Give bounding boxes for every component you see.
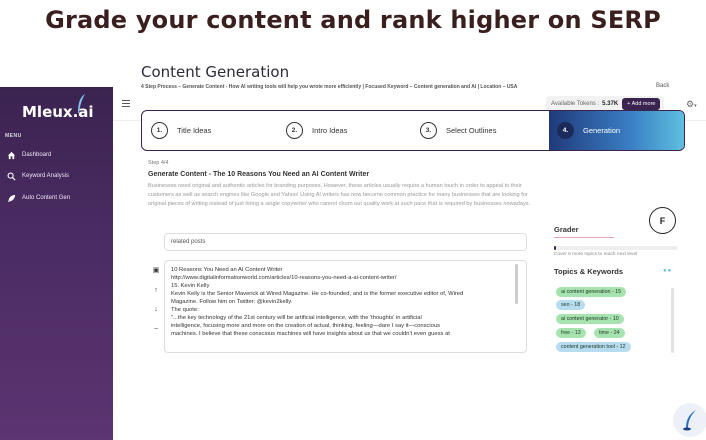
step-label: Title Ideas [177, 126, 212, 135]
editor-line: 10 Reasons You Need an AI Content Writer [171, 267, 283, 273]
rocket-icon [6, 193, 16, 203]
topics-scrollbar[interactable] [671, 288, 674, 353]
topic-chip[interactable]: free - 13 [556, 328, 586, 338]
sidebar-item-label: Auto Content Gen [22, 195, 71, 201]
generation-title: Generate Content - The 10 Reasons You Ne… [148, 171, 370, 178]
grade-badge: F [649, 207, 676, 234]
minus-icon[interactable]: − [152, 325, 160, 333]
sidebar-item-label: Dashboard [22, 152, 52, 158]
step-title-ideas[interactable]: 1. Title Ideas [142, 111, 279, 150]
editor-line: Kevin Kelly is the Senior Maverick at Wi… [171, 291, 464, 297]
hamburger-menu-icon[interactable] [122, 100, 130, 107]
editor-line: machines. I believe that these conscious… [171, 331, 450, 337]
step-label: Intro Ideas [312, 126, 348, 135]
related-posts-input[interactable]: related posts [164, 233, 527, 251]
editor-line: The quote: [171, 307, 199, 313]
editor-line: http://www.digitalinformationworld.com/a… [171, 275, 397, 281]
step-number: 3. [420, 122, 437, 139]
step-label: Select Outlines [446, 126, 497, 135]
grader-progress-fill [554, 246, 557, 250]
topic-chip[interactable]: ai content generator - 10 [556, 314, 624, 324]
add-more-button[interactable]: + Add more [622, 98, 661, 110]
sidebar-item-auto-content-gen[interactable]: Auto Content Gen [6, 191, 70, 205]
tokens-value: 5.37K [602, 101, 619, 107]
feather-icon [683, 410, 696, 431]
grader-note: Cover 6 more topics to reach next level [554, 252, 638, 257]
editor-line: intelligence, focusing more and more on … [171, 323, 441, 329]
editor-line: Magazine. Follow him on Twitter: @kevin2… [171, 299, 293, 305]
step-counter: Step 4/4 [148, 160, 169, 166]
feather-icon [78, 94, 85, 113]
sidebar-item-keyword-analysis[interactable]: Keyword Analysis [6, 169, 69, 183]
headline: Grade your content and rank higher on SE… [45, 6, 661, 34]
topic-chip[interactable]: content generation tool - 12 [556, 342, 631, 352]
editor-scrollbar[interactable] [515, 264, 518, 304]
arrow-up-icon[interactable]: ↑ [152, 286, 160, 294]
page-subline: 4 Step Process – Generate Content - How … [141, 84, 518, 90]
topic-chip[interactable]: time - 24 [594, 328, 625, 338]
editor-panel: related posts ▣ ↑ ↓ − 10 Reasons You Nee… [148, 224, 538, 353]
sidebar-item-dashboard[interactable]: Dashboard [6, 148, 51, 162]
arrow-down-icon[interactable]: ↓ [152, 305, 160, 313]
tokens-label: Available Tokens : [551, 101, 600, 107]
topic-chip[interactable]: ai content generation - 15 [556, 287, 627, 297]
editor-line: 15. Kevin Kelly [171, 283, 210, 289]
sidebar-item-label: Keyword Analysis [22, 173, 70, 179]
grader-panel: F Grader Cover 6 more topics to reach ne… [548, 200, 706, 353]
back-link[interactable]: Back [656, 83, 669, 89]
gear-icon[interactable]: ⚙▾ [686, 99, 697, 110]
grader-title: Grader [554, 225, 579, 234]
grader-underline [554, 237, 614, 238]
step-label: Generation [583, 126, 621, 135]
step-wizard: 1. Title Ideas 2. Intro Ideas 3. Select … [141, 110, 685, 151]
menu-label: MENU [5, 133, 22, 139]
search-icon [6, 171, 16, 181]
carousel-dots[interactable]: ●● [663, 268, 672, 274]
image-icon[interactable]: ▣ [152, 266, 160, 274]
content-editor[interactable]: 10 Reasons You Need an AI Content Writer… [164, 260, 527, 353]
home-icon [6, 150, 16, 160]
feather-assistant-button[interactable] [673, 403, 706, 437]
page-title: Content Generation [141, 63, 290, 81]
generation-description: Businesses need original and authentic a… [148, 183, 531, 207]
step-intro-ideas[interactable]: 2. Intro Ideas [279, 111, 414, 150]
topics-title: Topics & Keywords [554, 267, 624, 276]
step-number: 1. [151, 122, 168, 139]
topic-chip[interactable]: seo - 18 [556, 300, 586, 310]
step-number: 4. [557, 122, 574, 139]
editor-line: "...the key technology of the 21st centu… [171, 315, 422, 321]
step-number: 2. [286, 122, 303, 139]
step-generation[interactable]: 4. Generation [549, 111, 684, 150]
sidebar: Mleux.ai MENU Dashboard Keyword Analysis… [0, 87, 113, 440]
step-select-outlines[interactable]: 3. Select Outlines [414, 111, 549, 150]
grader-progress-bar [554, 246, 678, 250]
